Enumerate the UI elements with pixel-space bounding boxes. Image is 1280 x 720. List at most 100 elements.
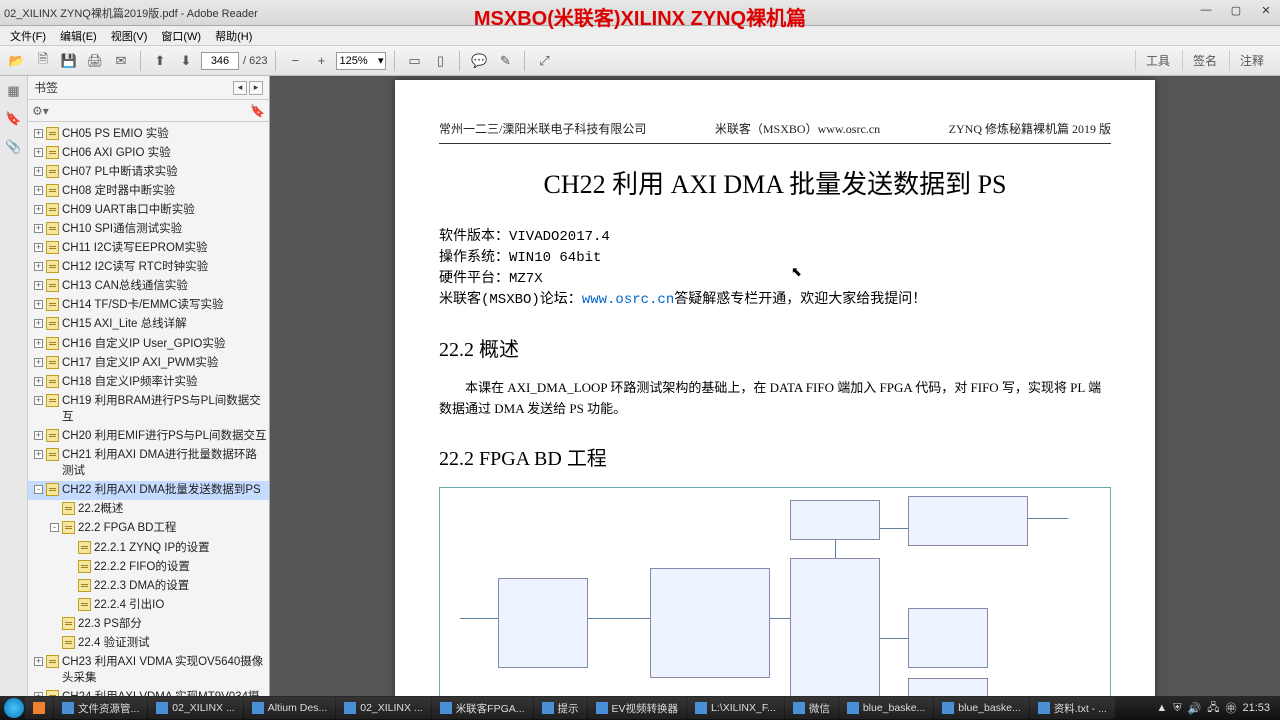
bookmark-item[interactable]: +CH16 自定义IP User_GPIO实验 bbox=[28, 334, 269, 353]
bookmark-toggle-icon[interactable]: + bbox=[34, 450, 43, 459]
bookmark-item[interactable]: +CH21 利用AXI DMA进行批量数据环路测试 bbox=[28, 446, 269, 481]
mail-icon[interactable]: ✉ bbox=[110, 50, 132, 72]
bookmark-toggle-icon[interactable]: + bbox=[34, 358, 43, 367]
bookmark-item[interactable]: 22.2.4 引出IO bbox=[28, 595, 269, 614]
forum-link[interactable]: www.osrc.cn bbox=[582, 292, 674, 308]
tray-up-icon[interactable]: ▲ bbox=[1156, 702, 1167, 714]
tray-clock[interactable]: 21:53 bbox=[1242, 702, 1270, 714]
bookmark-toggle-icon[interactable]: + bbox=[34, 243, 43, 252]
comment-icon[interactable]: 💬 bbox=[468, 50, 490, 72]
tools-button[interactable]: 工具 bbox=[1135, 50, 1180, 71]
taskbar-item[interactable]: 提示 bbox=[534, 697, 587, 719]
menu-window[interactable]: 窗口(W) bbox=[155, 26, 207, 46]
bookmark-toggle-icon[interactable]: + bbox=[34, 224, 43, 233]
start-button[interactable] bbox=[4, 698, 24, 718]
fit-page-icon[interactable]: ▭ bbox=[403, 50, 425, 72]
tray-network-icon[interactable]: 🖧 bbox=[1207, 699, 1219, 718]
taskbar-item[interactable]: 02_XILINX ... bbox=[336, 697, 430, 719]
bookmarks-close-icon[interactable]: ▸ bbox=[249, 81, 263, 95]
page-number-input[interactable] bbox=[201, 52, 239, 70]
bookmark-item[interactable]: +CH08 定时器中断实验 bbox=[28, 181, 269, 200]
bookmark-toggle-icon[interactable]: + bbox=[34, 148, 43, 157]
zoom-select[interactable]: 125%▾ bbox=[336, 52, 386, 70]
menu-edit[interactable]: 编辑(E) bbox=[54, 26, 103, 46]
bookmark-toggle-icon[interactable]: + bbox=[34, 431, 43, 440]
bookmark-item[interactable]: +CH13 CAN总线通信实验 bbox=[28, 277, 269, 296]
taskbar-item[interactable]: Altium Des... bbox=[244, 697, 336, 719]
bookmark-toggle-icon[interactable]: + bbox=[34, 657, 43, 666]
taskbar-item[interactable]: 02_XILINX ... bbox=[148, 697, 242, 719]
bookmark-toggle-icon[interactable]: + bbox=[34, 319, 43, 328]
sign-button[interactable]: 签名 bbox=[1182, 50, 1227, 71]
bookmark-item[interactable]: +CH07 PL中断请求实验 bbox=[28, 162, 269, 181]
bookmark-item[interactable]: +CH09 UART串口中断实验 bbox=[28, 200, 269, 219]
bookmark-toggle-icon[interactable]: - bbox=[34, 485, 43, 494]
bookmark-toggle-icon[interactable]: + bbox=[34, 396, 43, 405]
menu-help[interactable]: 帮助(H) bbox=[209, 26, 258, 46]
bookmark-toggle-icon[interactable]: + bbox=[34, 186, 43, 195]
zoom-in-icon[interactable]: + bbox=[310, 50, 332, 72]
read-mode-icon[interactable]: ⤢ bbox=[533, 50, 555, 72]
menu-view[interactable]: 视图(V) bbox=[105, 26, 154, 46]
bookmark-toggle-icon[interactable]: - bbox=[50, 523, 59, 532]
document-viewport[interactable]: 常州一二三/溧阳米联电子科技有限公司 米联客（MSXBO）www.osrc.cn… bbox=[270, 76, 1280, 696]
bookmark-toggle-icon[interactable]: + bbox=[34, 281, 43, 290]
menu-file[interactable]: 文件(F) bbox=[4, 26, 52, 46]
bookmark-item[interactable]: +CH18 自定义IP频率计实验 bbox=[28, 372, 269, 391]
minimize-button[interactable]: — bbox=[1194, 2, 1218, 18]
taskbar-item[interactable]: 资料.txt - ... bbox=[1030, 697, 1115, 719]
bookmarks-collapse-icon[interactable]: ◂ bbox=[233, 81, 247, 95]
bookmark-item[interactable]: 22.2.3 DMA的设置 bbox=[28, 576, 269, 595]
bookmark-item[interactable]: 22.4 验证测试 bbox=[28, 634, 269, 653]
bookmark-toggle-icon[interactable]: + bbox=[34, 339, 43, 348]
page-down-icon[interactable]: ⬇ bbox=[175, 50, 197, 72]
comment-button[interactable]: 注释 bbox=[1229, 50, 1274, 71]
bookmark-item[interactable]: +CH15 AXI_Lite 总线详解 bbox=[28, 315, 269, 334]
page-up-icon[interactable]: ⬆ bbox=[149, 50, 171, 72]
bookmark-item[interactable]: 22.2.1 ZYNQ IP的设置 bbox=[28, 538, 269, 557]
bookmark-item[interactable]: +CH17 自定义IP AXI_PWM实验 bbox=[28, 353, 269, 372]
bookmark-item[interactable]: 22.2.2 FIFO的设置 bbox=[28, 557, 269, 576]
taskbar-item[interactable]: L:\XILINX_F... bbox=[687, 697, 784, 719]
taskbar-item[interactable]: 文件资源管... bbox=[54, 697, 147, 719]
bookmark-toggle-icon[interactable]: + bbox=[34, 300, 43, 309]
taskbar-item[interactable]: 米联客FPGA... bbox=[432, 697, 533, 719]
print-icon[interactable]: 🖨 bbox=[84, 50, 106, 72]
highlight-icon[interactable]: ✎ bbox=[494, 50, 516, 72]
maximize-button[interactable]: ▢ bbox=[1224, 2, 1248, 18]
bookmark-list[interactable]: +CH05 PS EMIO 实验+CH06 AXI GPIO 实验+CH07 P… bbox=[28, 122, 269, 696]
tray-ime-icon[interactable]: ㊥ bbox=[1225, 700, 1236, 716]
bookmark-item[interactable]: +CH11 I2C读写EEPROM实验 bbox=[28, 239, 269, 258]
bookmark-item[interactable]: +CH06 AXI GPIO 实验 bbox=[28, 143, 269, 162]
taskbar-item[interactable]: EV视频转换器 bbox=[588, 697, 687, 719]
bookmarks-find-icon[interactable]: 🔖 bbox=[250, 104, 265, 118]
export-icon[interactable]: 🗎 bbox=[32, 50, 54, 72]
save-icon[interactable]: 💾 bbox=[58, 50, 80, 72]
tray-shield-icon[interactable]: ⛨ bbox=[1173, 702, 1181, 715]
bookmark-item[interactable]: 22.2概述 bbox=[28, 500, 269, 519]
bookmark-item[interactable]: +CH23 利用AXI VDMA 实现OV5640摄像头采集 bbox=[28, 653, 269, 688]
bookmark-toggle-icon[interactable]: + bbox=[34, 129, 43, 138]
bookmark-item[interactable]: +CH24 利用AXI VDMA 实现MT9V034摄像头采集 bbox=[28, 688, 269, 696]
bookmarks-options-icon[interactable]: ⚙▾ bbox=[32, 104, 49, 118]
taskbar-item[interactable]: blue_baske... bbox=[934, 697, 1028, 719]
bookmark-item[interactable]: +CH19 利用BRAM进行PS与PL间数据交互 bbox=[28, 391, 269, 426]
bookmark-item[interactable]: +CH14 TF/SD卡/EMMC读写实验 bbox=[28, 296, 269, 315]
attachments-tab-icon[interactable]: 📎 bbox=[5, 138, 23, 156]
zoom-out-icon[interactable]: − bbox=[284, 50, 306, 72]
bookmark-item[interactable]: +CH20 利用EMIF进行PS与PL间数据交互 bbox=[28, 427, 269, 446]
bookmark-toggle-icon[interactable]: + bbox=[34, 262, 43, 271]
bookmark-item[interactable]: +CH05 PS EMIO 实验 bbox=[28, 124, 269, 143]
thumbnails-tab-icon[interactable]: ▦ bbox=[5, 82, 23, 100]
taskbar-item[interactable]: blue_baske... bbox=[839, 697, 933, 719]
close-button[interactable]: ✕ bbox=[1254, 2, 1278, 18]
bookmark-item[interactable]: -CH22 利用AXI DMA批量发送数据到PS bbox=[28, 481, 269, 500]
bookmark-item[interactable]: -22.2 FPGA BD工程 bbox=[28, 519, 269, 538]
tray-volume-icon[interactable]: 🔊 bbox=[1188, 702, 1202, 715]
bookmark-toggle-icon[interactable]: + bbox=[34, 205, 43, 214]
fit-width-icon[interactable]: ▯ bbox=[429, 50, 451, 72]
open-icon[interactable]: 📂 bbox=[6, 50, 28, 72]
task-browser[interactable] bbox=[25, 697, 53, 719]
taskbar-item[interactable]: 微信 bbox=[785, 697, 838, 719]
bookmark-item[interactable]: +CH12 I2C读写 RTC时钟实验 bbox=[28, 258, 269, 277]
